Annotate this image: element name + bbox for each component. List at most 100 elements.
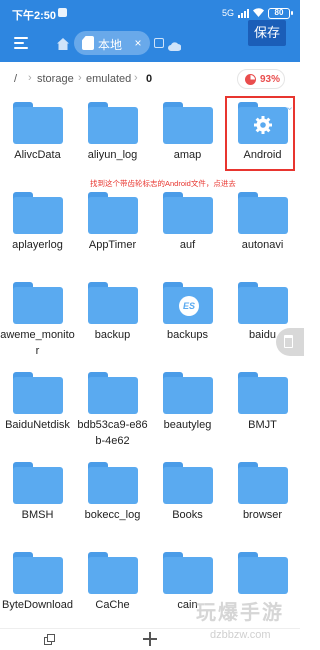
notification-app-icon [58,8,67,17]
folder-item[interactable]: BaiduNetdisk [0,366,75,456]
breadcrumb-root[interactable]: / [14,73,17,85]
folder-icon [163,372,213,414]
folder-icon [88,462,138,504]
folder-name: AppTimer [88,239,137,251]
copy-icon[interactable] [44,634,55,645]
folder-name: CaChe [95,599,130,611]
folder-name: BMJT [248,419,277,431]
folder-name: Books [172,509,203,521]
add-icon[interactable] [143,632,157,646]
folder-item[interactable]: browser [225,456,300,546]
folder-item[interactable]: BMSH [0,456,75,546]
menu-icon[interactable] [14,37,28,49]
folder-name: aplayerlog [12,239,63,251]
folder-name: auf [179,239,196,251]
chevron-right-icon: › [134,72,138,84]
storage-usage-text: 93% [260,74,281,85]
folder-icon [13,552,63,594]
battery-icon: 80 [268,7,293,19]
watermark: 玩爆手游 dzbbzw.com [196,596,300,650]
status-time: 下午2:50 [12,10,57,22]
folder-icon [163,552,213,594]
breadcrumb-emulated[interactable]: emulated [86,73,131,85]
folder-icon [13,282,63,324]
breadcrumb-storage[interactable]: storage [37,73,74,85]
folder-name: beautyleg [163,419,212,431]
folder-name: AlivcData [14,149,61,161]
storage-usage-badge[interactable]: 93% [237,69,285,89]
folder-icon [88,282,138,324]
chevron-right-icon: › [28,72,32,84]
folder-item[interactable]: bokecc_log [75,456,150,546]
folder-icon [163,192,213,234]
scroll-indicator[interactable]: ⌄ [285,100,295,122]
cloud-icon[interactable] [168,38,182,51]
watermark-sub: dzbbzw.com [210,629,271,641]
folder-item[interactable]: Books [150,456,225,546]
folder-icon [163,102,213,144]
folder-name: backup [94,329,131,341]
signal-icon [238,8,249,18]
folder-item[interactable]: BMJT [225,366,300,456]
folder-item[interactable]: CaChe [75,546,150,628]
folder-name: aliyun_log [87,149,138,161]
tab-local-label: 本地 [98,38,123,52]
watermark-main: 玩爆手游 [196,602,284,624]
folder-icon [88,102,138,144]
folder-name: BaiduNetdisk [5,419,70,431]
folder-icon [13,102,63,144]
es-badge-icon: ES [179,296,199,316]
folder-item[interactable]: autonavi [225,186,300,276]
folder-item[interactable]: auf [150,186,225,276]
folder-item[interactable]: ByteDownload [0,546,75,628]
folder-name: amap [173,149,202,161]
save-button[interactable]: 保存 [248,20,286,46]
folder-name: bokecc_log [84,509,141,521]
status-icons: 5G 80 [221,7,293,19]
pie-chart-icon [245,74,256,85]
folder-icon [13,372,63,414]
network-type: 5G [221,8,234,18]
folder-icon [88,372,138,414]
folder-icon [13,192,63,234]
folder-icon [88,552,138,594]
folder-name: ByteDownload [2,599,73,611]
folder-name: bdb53ca9-e86b-4e62 [77,419,148,447]
folder-item[interactable]: ES backups [150,276,225,366]
folder-item[interactable]: AlivcData [0,96,75,186]
recycle-bin-tab[interactable] [276,328,304,356]
folder-item[interactable]: backup [75,276,150,366]
trash-icon [284,335,293,348]
folder-icon [238,282,288,324]
breadcrumb-current[interactable]: 0 [146,73,152,85]
folder-item[interactable]: beautyleg [150,366,225,456]
folder-icon [238,552,288,594]
folder-name: backups [167,329,208,341]
folder-item[interactable]: aplayerlog [0,186,75,276]
chevron-right-icon: › [78,72,82,84]
folder-name: aweme_monitor [0,329,75,357]
folder-item[interactable]: AppTimer [75,186,150,276]
folder-icon [238,462,288,504]
folder-grid: AlivcData aliyun_log amap Android aplayerlog… [0,96,300,628]
tab-local[interactable]: 本地 × [74,31,150,55]
window-icon[interactable] [154,38,164,48]
home-icon[interactable] [57,37,69,50]
folder-icon [88,192,138,234]
folder-name: BMSH [21,509,54,521]
folder-icon [163,462,213,504]
folder-icon [13,462,63,504]
wifi-icon [253,7,264,19]
folder-icon [238,192,288,234]
folder-item[interactable]: aweme_monitor [0,276,75,366]
folder-icon [238,372,288,414]
close-icon[interactable]: × [132,36,144,50]
folder-name: browser [242,509,283,521]
annotation-text: 找到这个带齿轮标志的Android文件，点进去 [90,179,236,188]
sdcard-icon [82,36,94,50]
folder-item[interactable]: aliyun_log [75,96,150,186]
folder-item[interactable]: amap [150,96,225,186]
folder-item[interactable]: bdb53ca9-e86b-4e62 [75,366,150,456]
es-folder-icon: ES [163,282,213,324]
folder-name: autonavi [241,239,284,251]
